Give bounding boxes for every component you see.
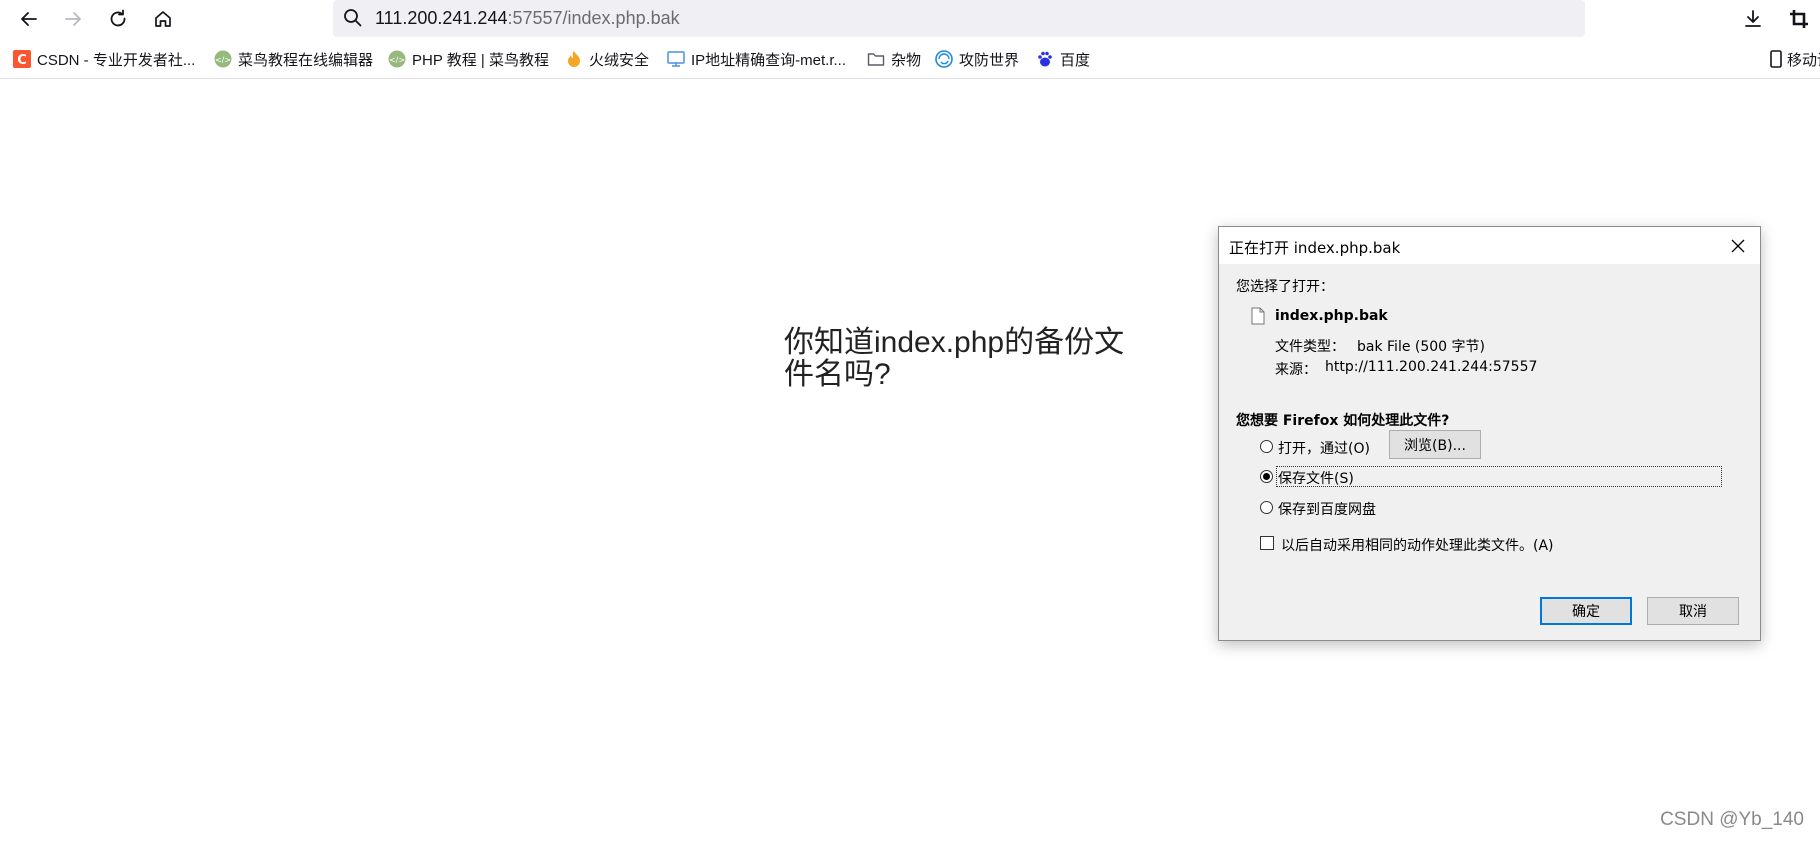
mobile-icon	[1767, 50, 1785, 68]
bookmark-label: 火绒安全	[589, 51, 650, 69]
close-icon	[1731, 239, 1745, 253]
address-bar[interactable]: 111.200.241.244:57557/index.php.bak	[333, 0, 1585, 37]
crop-icon	[1790, 10, 1808, 28]
auto-action-checkbox[interactable]	[1260, 536, 1274, 550]
svg-text:</>: </>	[389, 56, 405, 65]
save-baidu-label: 保存到百度网盘	[1278, 502, 1376, 518]
reload-button[interactable]	[102, 3, 134, 35]
bookmarks-toolbar: C CSDN - 专业开发者社... </> 菜鸟教程在线编辑器 </> PHP…	[0, 40, 1820, 79]
browse-button[interactable]: 浏览(B)...	[1389, 430, 1481, 459]
save-file-label: 保存文件(S)	[1278, 471, 1354, 487]
bookmark-label: IP地址精确查询-met.r...	[691, 51, 847, 69]
back-button[interactable]	[13, 3, 45, 35]
cancel-button[interactable]: 取消	[1647, 597, 1739, 625]
home-icon	[155, 11, 171, 27]
navigation-toolbar: 111.200.241.244:57557/index.php.bak	[0, 0, 1820, 38]
baidu-icon	[1036, 50, 1054, 68]
bookmark-label: CSDN - 专业开发者社...	[37, 51, 196, 69]
bookmark-folder-misc[interactable]: 杂物	[867, 48, 921, 70]
bookmark-label: 菜鸟教程在线编辑器	[238, 51, 374, 69]
runoob-icon: </>	[388, 50, 406, 68]
bookmark-baidu[interactable]: 百度	[1036, 48, 1090, 70]
csdn-icon: C	[13, 50, 31, 68]
file-type-label: 文件类型：	[1275, 339, 1345, 355]
dialog-close-button[interactable]	[1728, 236, 1748, 256]
forward-arrow-icon	[65, 12, 81, 26]
file-name: index.php.bak	[1275, 308, 1388, 324]
screenshot-button[interactable]	[1783, 3, 1815, 35]
url-host: 111.200.241.244	[375, 8, 508, 28]
bookmark-php-tutorial[interactable]: </> PHP 教程 | 菜鸟教程	[388, 48, 549, 70]
download-icon	[1745, 10, 1761, 27]
source-value: http://111.200.241.244:57557	[1325, 359, 1538, 375]
adworld-icon	[935, 50, 953, 68]
ok-button[interactable]: 确定	[1540, 597, 1632, 625]
downloads-button[interactable]	[1737, 3, 1769, 35]
bookmark-label: 攻防世界	[959, 51, 1020, 69]
url-text: 111.200.241.244:57557/index.php.bak	[375, 8, 680, 28]
open-file-dialog: 正在打开 index.php.bak 您选择了打开： index.php.bak…	[1218, 226, 1761, 641]
open-with-label: 打开，通过(O)	[1278, 441, 1370, 457]
bookmark-label: 杂物	[891, 51, 922, 69]
bookmark-ip-lookup[interactable]: IP地址精确查询-met.r...	[667, 48, 846, 70]
search-icon	[344, 9, 362, 27]
folder-icon	[867, 50, 885, 68]
watermark: CSDN @Yb_140	[1660, 809, 1804, 830]
url-path: :57557/index.php.bak	[507, 8, 680, 28]
runoob-icon: </>	[214, 50, 232, 68]
bookmark-csdn[interactable]: C CSDN - 专业开发者社...	[13, 48, 195, 70]
open-with-radio[interactable]	[1260, 440, 1273, 453]
bookmark-label: 百度	[1060, 51, 1091, 69]
page-question: 你知道index.php的备份文件名吗?	[784, 326, 1125, 391]
save-baidu-radio[interactable]	[1260, 501, 1273, 514]
svg-text:</>: </>	[215, 56, 231, 65]
file-icon	[1251, 307, 1265, 325]
handling-question: 您想要 Firefox 如何处理此文件?	[1236, 413, 1450, 429]
bookmark-huorong[interactable]: 火绒安全	[565, 48, 649, 70]
bookmark-runoob-editor[interactable]: </> 菜鸟教程在线编辑器	[214, 48, 373, 70]
bookmark-adworld[interactable]: 攻防世界	[935, 48, 1019, 70]
svg-text:C: C	[17, 53, 27, 68]
bookmark-label: PHP 教程 | 菜鸟教程	[412, 51, 549, 69]
back-arrow-icon	[21, 12, 37, 26]
forward-button[interactable]	[57, 3, 89, 35]
bookmark-mobile[interactable]: 移动设	[1767, 48, 1820, 70]
huorong-icon	[565, 50, 583, 68]
file-type-value: bak File (500 字节)	[1357, 339, 1485, 355]
bookmark-label: 移动设	[1787, 51, 1820, 69]
source-label: 来源：	[1275, 362, 1317, 378]
auto-action-label: 以后自动采用相同的动作处理此类文件。(A)	[1281, 538, 1554, 554]
monitor-icon	[667, 50, 685, 68]
reload-icon	[110, 9, 126, 27]
save-file-radio[interactable]	[1260, 470, 1273, 483]
dialog-title: 正在打开 index.php.bak	[1229, 239, 1401, 257]
dialog-titlebar: 正在打开 index.php.bak	[1219, 227, 1760, 264]
home-button[interactable]	[147, 3, 179, 35]
chosen-label: 您选择了打开：	[1236, 279, 1334, 295]
